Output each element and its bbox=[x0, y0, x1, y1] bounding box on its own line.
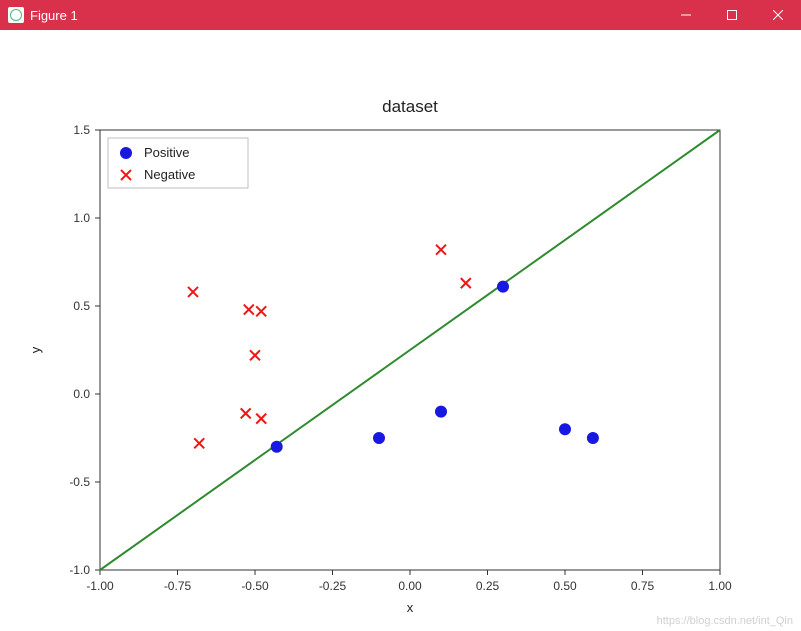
close-icon bbox=[773, 10, 783, 20]
point-positive bbox=[373, 432, 385, 444]
y-tick-label: -0.5 bbox=[69, 475, 90, 489]
x-tick-label: 0.75 bbox=[631, 579, 655, 593]
x-tick-label: -1.00 bbox=[86, 579, 114, 593]
close-button[interactable] bbox=[755, 0, 801, 30]
x-tick-label: 1.00 bbox=[708, 579, 732, 593]
point-positive bbox=[559, 423, 571, 435]
titlebar[interactable]: Figure 1 bbox=[0, 0, 801, 30]
x-tick-label: -0.50 bbox=[241, 579, 269, 593]
point-negative bbox=[256, 306, 266, 316]
y-tick-label: 0.0 bbox=[73, 387, 90, 401]
app-window: Figure 1 dataset x y -1.00 -0.75 -0.50 -0.25 0.… bbox=[0, 0, 801, 631]
minimize-button[interactable] bbox=[663, 0, 709, 30]
point-negative bbox=[436, 245, 446, 255]
point-negative bbox=[241, 408, 251, 418]
point-positive bbox=[435, 406, 447, 418]
x-tick-label: -0.25 bbox=[319, 579, 347, 593]
legend-marker-positive bbox=[120, 147, 132, 159]
y-tick-label: 0.5 bbox=[73, 299, 90, 313]
point-positive bbox=[497, 281, 509, 293]
minimize-icon bbox=[681, 10, 691, 20]
point-negative bbox=[250, 350, 260, 360]
y-axis-label: y bbox=[28, 346, 43, 353]
point-negative bbox=[194, 438, 204, 448]
point-negative bbox=[256, 414, 266, 424]
x-tick-label: 0.00 bbox=[398, 579, 422, 593]
figure-canvas: dataset x y -1.00 -0.75 -0.50 -0.25 0.00 0.25 0.5… bbox=[0, 30, 801, 631]
point-negative bbox=[188, 287, 198, 297]
watermark: https://blog.csdn.net/int_Qin bbox=[657, 615, 793, 627]
x-tick-label: 0.25 bbox=[476, 579, 500, 593]
point-positive bbox=[271, 441, 283, 453]
point-positive bbox=[587, 432, 599, 444]
y-tick-label: 1.0 bbox=[73, 211, 90, 225]
x-axis-label: x bbox=[407, 600, 414, 615]
chart: dataset x y -1.00 -0.75 -0.50 -0.25 0.00 0.25 0.5… bbox=[0, 30, 801, 631]
chart-title: dataset bbox=[382, 97, 438, 116]
point-negative bbox=[461, 278, 471, 288]
x-tick-label: -0.75 bbox=[164, 579, 192, 593]
window-title: Figure 1 bbox=[30, 8, 78, 23]
y-tick-label: 1.5 bbox=[73, 123, 90, 137]
maximize-icon bbox=[727, 10, 737, 20]
point-negative bbox=[244, 305, 254, 315]
legend-label: Positive bbox=[144, 145, 190, 160]
y-tick-label: -1.0 bbox=[69, 563, 90, 577]
x-tick-label: 0.50 bbox=[553, 579, 577, 593]
legend-label: Negative bbox=[144, 167, 195, 182]
app-icon bbox=[8, 7, 24, 23]
maximize-button[interactable] bbox=[709, 0, 755, 30]
line-decision-boundary bbox=[100, 130, 720, 570]
